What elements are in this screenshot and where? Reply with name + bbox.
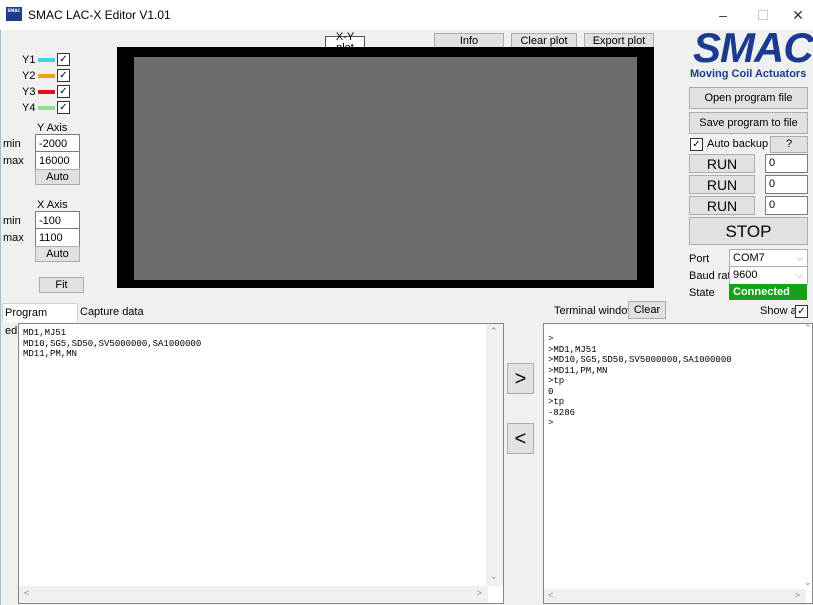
- app-icon: SMAC: [6, 7, 22, 21]
- port-label: Port: [689, 253, 710, 265]
- logo-tagline: Moving Coil Actuators: [690, 68, 807, 80]
- terminal-clear-button[interactable]: Clear: [628, 301, 666, 319]
- save-program-button[interactable]: Save program to file: [689, 112, 808, 134]
- baud-rate-select[interactable]: 9600 ⌵: [729, 266, 808, 285]
- tab-program-editor[interactable]: Program editor: [2, 303, 78, 337]
- chevron-down-icon: ⌵: [796, 253, 803, 263]
- auto-backup-checkbox[interactable]: ✓: [690, 138, 703, 151]
- run-value-input[interactable]: 0: [765, 154, 808, 173]
- port-value: COM7: [733, 252, 765, 264]
- close-button[interactable]: ✕: [778, 4, 813, 26]
- terminal-line: >MD11,PM,MN: [548, 365, 608, 376]
- minimize-button[interactable]: –: [703, 4, 743, 26]
- terminal-line: -8286: [548, 407, 576, 418]
- fit-button[interactable]: Fit: [39, 277, 84, 293]
- terminal-line: >tp: [548, 376, 565, 386]
- channel-label: Y2: [22, 70, 36, 82]
- scroll-down-icon[interactable]: ⌄: [804, 577, 812, 588]
- window-title: SMAC LAC-X Editor V1.01: [28, 8, 171, 22]
- x-auto-button[interactable]: Auto: [35, 246, 80, 262]
- channel-checkbox[interactable]: ✓: [57, 85, 70, 98]
- terminal-horizontal-scrollbar[interactable]: < >: [544, 589, 806, 603]
- scroll-up-icon[interactable]: ⌃: [804, 323, 812, 334]
- run-value-input[interactable]: 0: [765, 196, 808, 215]
- channel-checkbox[interactable]: ✓: [57, 101, 70, 114]
- channel-color-swatch: [38, 106, 55, 110]
- y-axis-title: Y Axis: [37, 122, 68, 134]
- channel-label: Y1: [22, 54, 36, 66]
- scroll-down-icon[interactable]: ⌄: [490, 571, 498, 582]
- terminal-output[interactable]: > >MD1,MJ51 >MD10,SG5,SD50,SV5000000,SA100…: [543, 323, 813, 604]
- channel-checkbox[interactable]: ✓: [57, 69, 70, 82]
- show-all-checkbox[interactable]: ✓: [795, 305, 808, 318]
- send-to-terminal-button[interactable]: >: [507, 363, 534, 394]
- maximize-button[interactable]: ☐: [743, 4, 783, 26]
- run-button[interactable]: RUN: [689, 175, 755, 194]
- y-max-input[interactable]: 16000: [35, 151, 80, 171]
- y-max-label: max: [3, 155, 24, 167]
- editor-line: MD1,MJ51: [23, 328, 67, 338]
- editor-content: MD1,MJ51 MD10,SG5,SD50,SV5000000,SA100000…: [23, 328, 201, 360]
- stop-button[interactable]: STOP: [689, 217, 808, 245]
- y-min-label: min: [3, 138, 21, 150]
- state-label: State: [689, 287, 715, 299]
- editor-vertical-scrollbar[interactable]: ⌃ ⌄: [486, 324, 503, 586]
- x-max-input[interactable]: 1100: [35, 228, 80, 248]
- x-axis-title: X Axis: [37, 199, 68, 211]
- baud-rate-value: 9600: [733, 269, 758, 281]
- run-button[interactable]: RUN: [689, 154, 755, 173]
- scroll-up-icon[interactable]: ⌃: [490, 326, 498, 337]
- editor-line: MD10,SG5,SD50,SV5000000,SA1000000: [23, 338, 202, 349]
- logo-name: SMAC: [693, 24, 813, 71]
- scroll-right-icon[interactable]: >: [477, 588, 482, 598]
- channel-color-swatch: [38, 90, 55, 94]
- receive-from-terminal-button[interactable]: <: [507, 423, 534, 454]
- chevron-down-icon: ⌵: [796, 270, 803, 280]
- terminal-content: > >MD1,MJ51 >MD10,SG5,SD50,SV5000000,SA100…: [548, 334, 732, 429]
- channel-color-swatch: [38, 58, 55, 62]
- terminal-line: >MD1,MJ51: [548, 344, 597, 355]
- terminal-line: 0: [548, 386, 554, 397]
- terminal-line: >tp: [548, 397, 565, 407]
- terminal-window-label: Terminal window: [554, 305, 636, 317]
- terminal-line: >: [548, 334, 554, 344]
- channel-checkbox[interactable]: ✓: [57, 53, 70, 66]
- run-value-input[interactable]: 0: [765, 175, 808, 194]
- scroll-left-icon[interactable]: <: [24, 588, 29, 598]
- y-auto-button[interactable]: Auto: [35, 169, 80, 185]
- channel-label: Y3: [22, 86, 36, 98]
- scroll-left-icon[interactable]: <: [548, 590, 553, 600]
- terminal-vertical-scrollbar[interactable]: ⌃ ⌄: [804, 323, 812, 590]
- smac-logo: SMAC Moving Coil Actuators: [688, 24, 813, 82]
- terminal-line: >: [548, 418, 554, 428]
- connection-state-badge: Connected: [729, 284, 807, 300]
- program-editor-textarea[interactable]: MD1,MJ51 MD10,SG5,SD50,SV5000000,SA100000…: [18, 323, 504, 604]
- editor-horizontal-scrollbar[interactable]: < >: [19, 586, 488, 603]
- title-bar: SMAC SMAC LAC-X Editor V1.01 – ☐ ✕: [0, 0, 813, 30]
- run-button[interactable]: RUN: [689, 196, 755, 215]
- tab-capture-data[interactable]: Capture data: [80, 306, 144, 318]
- help-button[interactable]: ?: [770, 136, 808, 153]
- channel-label: Y4: [22, 102, 36, 114]
- plot-area[interactable]: [134, 57, 637, 280]
- editor-line: MD11,PM,MN: [23, 349, 78, 359]
- scroll-right-icon[interactable]: >: [795, 590, 800, 600]
- terminal-line: >MD10,SG5,SD50,SV5000000,SA1000000: [548, 355, 732, 365]
- x-max-label: max: [3, 232, 24, 244]
- channel-color-swatch: [38, 74, 55, 78]
- x-min-label: min: [3, 215, 21, 227]
- auto-backup-label: Auto backup: [707, 138, 769, 150]
- open-program-button[interactable]: Open program file: [689, 87, 808, 109]
